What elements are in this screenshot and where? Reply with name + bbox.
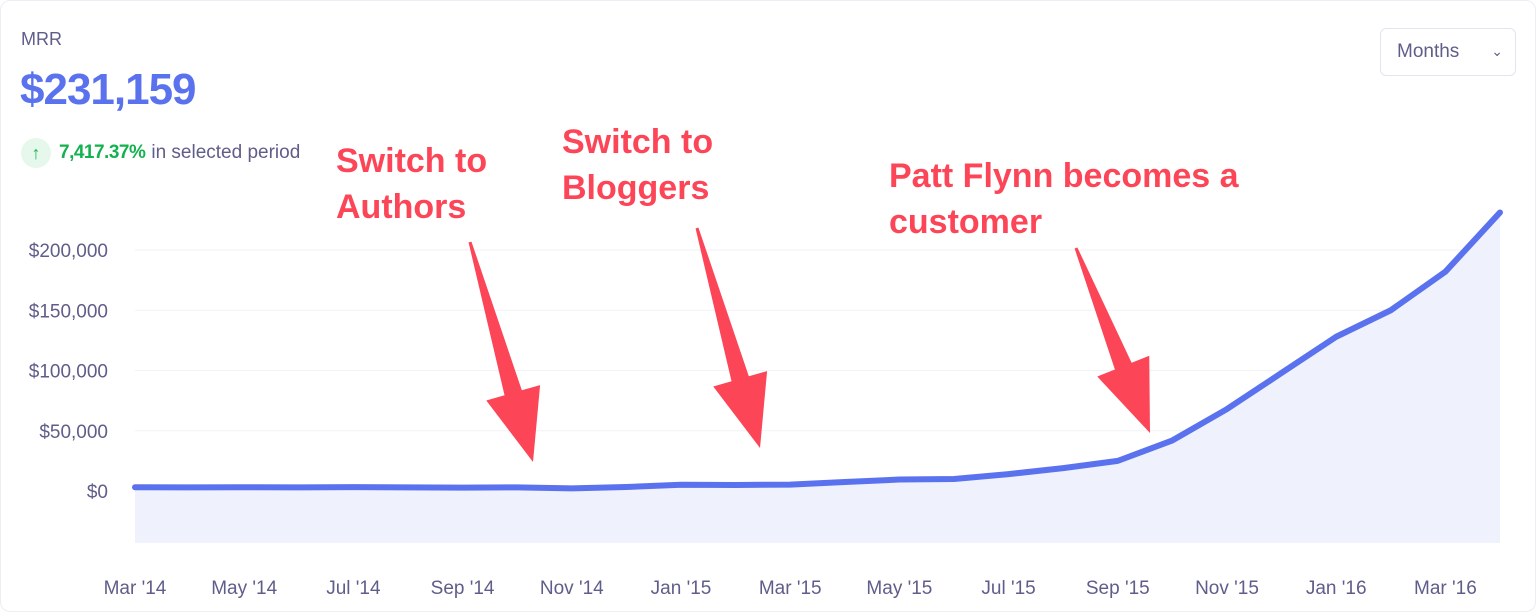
y-axis: $0 $50,000 $100,000 $150,000 $200,000: [29, 241, 108, 503]
y-tick-label: $200,000: [29, 241, 108, 262]
annotation: Switch to Authors: [334, 140, 541, 462]
arrow-icon: [468, 241, 541, 462]
x-tick-label: Jan '15: [651, 578, 712, 599]
annotation-text: Switch to: [562, 123, 713, 161]
annotation: Patt Flynn becomes a customer: [887, 155, 1242, 433]
y-tick-label: $100,000: [29, 362, 108, 383]
x-tick-label: Nov '14: [540, 578, 604, 599]
mrr-area: [135, 212, 1500, 543]
y-tick-label: $150,000: [29, 301, 108, 322]
arrow-icon: [1074, 247, 1150, 433]
annotation: Switch to Bloggers: [560, 121, 768, 448]
annotation-text: Authors: [336, 188, 466, 226]
x-tick-label: Jul '14: [326, 578, 381, 599]
x-tick-label: May '15: [866, 578, 932, 599]
x-tick-label: Sep '14: [431, 578, 495, 599]
x-tick-label: Mar '16: [1414, 578, 1477, 599]
x-tick-label: Mar '14: [104, 578, 167, 599]
x-tick-label: Mar '15: [759, 578, 822, 599]
x-tick-label: Jan '16: [1306, 578, 1367, 599]
annotation-text: Switch to: [336, 142, 487, 180]
x-tick-label: May '14: [211, 578, 277, 599]
mrr-chart: $0 $50,000 $100,000 $150,000 $200,000 Mar '1…: [29, 121, 1503, 599]
x-axis: Mar '14 May '14 Jul '14 Sep '14 Nov '14 Jan '…: [104, 578, 1477, 599]
y-tick-label: $0: [87, 482, 108, 503]
annotation-text: Bloggers: [562, 169, 709, 207]
x-tick-label: Nov '15: [1195, 578, 1259, 599]
x-tick-label: Jul '15: [981, 578, 1035, 599]
y-tick-label: $50,000: [39, 422, 108, 443]
arrow-icon: [695, 227, 768, 448]
x-tick-label: Sep '15: [1086, 578, 1150, 599]
annotation-text: customer: [889, 203, 1042, 241]
annotations: Switch to Authors Switch to Bloggers Patt Fl…: [334, 121, 1242, 462]
annotation-text: Patt Flynn becomes a: [889, 157, 1240, 195]
